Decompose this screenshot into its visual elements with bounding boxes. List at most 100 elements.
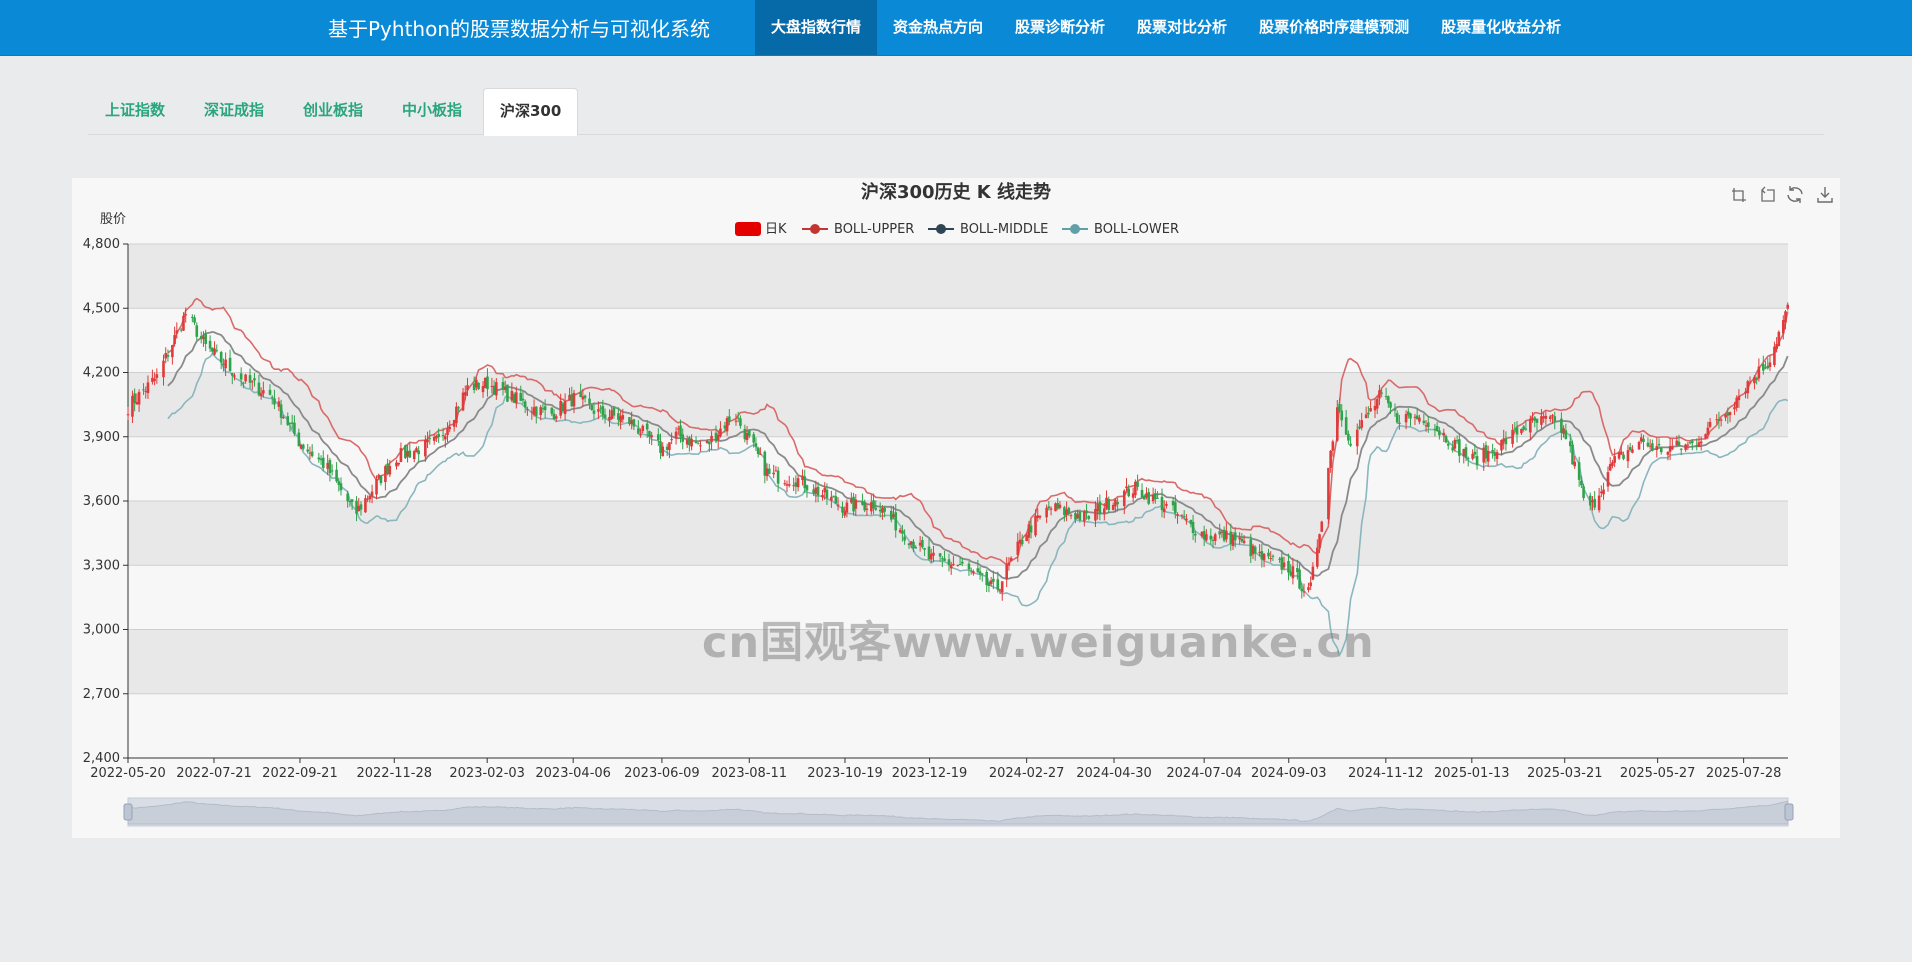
- candle-body: [297, 432, 301, 447]
- candle-body: [1626, 450, 1630, 462]
- grid-band: [128, 244, 1788, 309]
- candle-body: [1491, 450, 1494, 452]
- candle-body: [1145, 493, 1148, 498]
- candle-body: [1373, 405, 1377, 411]
- candle-body: [1597, 495, 1601, 511]
- candle-body: [883, 507, 886, 512]
- candle-body: [688, 437, 691, 446]
- data-zoom-handle-left[interactable]: [123, 803, 133, 821]
- legend-marker-boll-upper: [810, 224, 820, 234]
- candle-body: [1165, 504, 1168, 506]
- legend-item-boll-middle[interactable]: BOLL-MIDDLE: [928, 222, 1048, 237]
- candle-body: [1675, 440, 1679, 446]
- candle-body: [268, 389, 272, 395]
- candle-body: [1493, 453, 1497, 456]
- candle-body: [1085, 510, 1088, 514]
- nav-item-stock-diagnosis[interactable]: 股票诊断分析: [999, 0, 1121, 55]
- candle-body: [903, 536, 906, 541]
- nav-item-price-forecast[interactable]: 股票价格时序建模预测: [1243, 0, 1425, 55]
- candle-body: [1355, 429, 1359, 447]
- legend-marker-boll-lower: [1070, 224, 1080, 234]
- candle-body: [1287, 561, 1290, 573]
- candle-body: [992, 578, 995, 582]
- candle-body: [774, 470, 778, 472]
- candle-body: [144, 391, 148, 393]
- candle-body: [1500, 439, 1503, 451]
- candle-body: [976, 568, 980, 573]
- watermark: cn国观客www.weiguanke.cn: [702, 618, 1375, 668]
- candle-body: [1593, 499, 1596, 508]
- tab-shenzhen-index[interactable]: 深证成指: [204, 88, 264, 134]
- candle-body: [878, 509, 882, 512]
- candle-body: [483, 377, 487, 388]
- candle-body: [1047, 506, 1051, 509]
- candle-body: [1520, 429, 1523, 434]
- candle-body: [1280, 557, 1284, 570]
- zoom-reset-icon[interactable]: [1761, 186, 1775, 202]
- candle-body: [836, 504, 840, 506]
- candle-body: [1140, 489, 1144, 498]
- candle-body: [1406, 411, 1410, 416]
- candle-body: [481, 386, 485, 393]
- candle-body: [803, 476, 807, 489]
- candle-body: [1364, 414, 1368, 419]
- candle-body: [572, 392, 576, 407]
- x-tick-label: 2023-10-19: [807, 766, 883, 781]
- candle-body: [368, 495, 372, 500]
- x-tick-label: 2022-09-21: [262, 766, 338, 781]
- candle-body: [1311, 566, 1315, 580]
- candle-body: [350, 499, 354, 502]
- x-tick-label: 2024-02-27: [989, 766, 1065, 781]
- candle-body: [286, 416, 290, 425]
- candle-body: [222, 363, 225, 366]
- candle-body: [1240, 538, 1244, 542]
- candle-body: [952, 563, 955, 565]
- candle-body: [763, 451, 767, 476]
- candle-body: [463, 392, 467, 396]
- candle-body: [397, 462, 401, 465]
- candle-body: [630, 420, 633, 425]
- candle-body: [1220, 531, 1224, 533]
- candle-body: [301, 444, 305, 449]
- candle-body: [1154, 493, 1157, 500]
- nav-item-quant-return[interactable]: 股票量化收益分析: [1425, 0, 1577, 55]
- candle-body: [321, 457, 325, 468]
- tab-shanghai-index[interactable]: 上证指数: [105, 88, 165, 134]
- nav-item-index-market[interactable]: 大盘指数行情: [755, 0, 878, 55]
- candle-body: [1307, 587, 1310, 591]
- candle-body: [969, 570, 973, 572]
- candle-body: [1249, 539, 1253, 557]
- candle-body: [563, 401, 567, 415]
- data-zoom-slider[interactable]: [123, 797, 1794, 827]
- restore-icon[interactable]: [1787, 186, 1803, 203]
- nav-item-capital-hotspot[interactable]: 资金热点方向: [877, 0, 999, 55]
- candle-body: [561, 403, 565, 412]
- candle-body: [477, 382, 480, 390]
- legend-item-boll-upper[interactable]: BOLL-UPPER: [802, 222, 914, 237]
- candle-body: [736, 417, 740, 419]
- candle-body: [424, 439, 427, 457]
- data-zoom-handle-right[interactable]: [1784, 803, 1794, 821]
- candle-body: [270, 396, 274, 398]
- candle-body: [339, 483, 343, 491]
- candle-body: [1737, 396, 1741, 401]
- download-icon[interactable]: [1817, 187, 1833, 203]
- candle-body: [1349, 443, 1352, 446]
- y-tick-label: 3,000: [83, 623, 120, 638]
- candle-body: [1029, 525, 1033, 533]
- candle-body: [1209, 535, 1213, 540]
- candle-body: [1067, 508, 1071, 514]
- legend-item-boll-lower[interactable]: BOLL-LOWER: [1062, 222, 1179, 237]
- nav-item-stock-compare[interactable]: 股票对比分析: [1121, 0, 1243, 55]
- tab-chinext-index[interactable]: 创业板指: [303, 88, 363, 134]
- grid-band: [128, 308, 1788, 373]
- candle-body: [244, 374, 247, 382]
- candle-body: [1182, 516, 1186, 518]
- zoom-icon[interactable]: [1732, 188, 1746, 202]
- candle-body: [273, 398, 276, 405]
- candle-body: [506, 384, 509, 402]
- legend-item-daily-k[interactable]: 日K: [735, 222, 787, 237]
- tab-sme-index[interactable]: 中小板指: [402, 88, 462, 134]
- candle-body: [446, 428, 449, 436]
- tab-csi300[interactable]: 沪深300: [483, 88, 579, 136]
